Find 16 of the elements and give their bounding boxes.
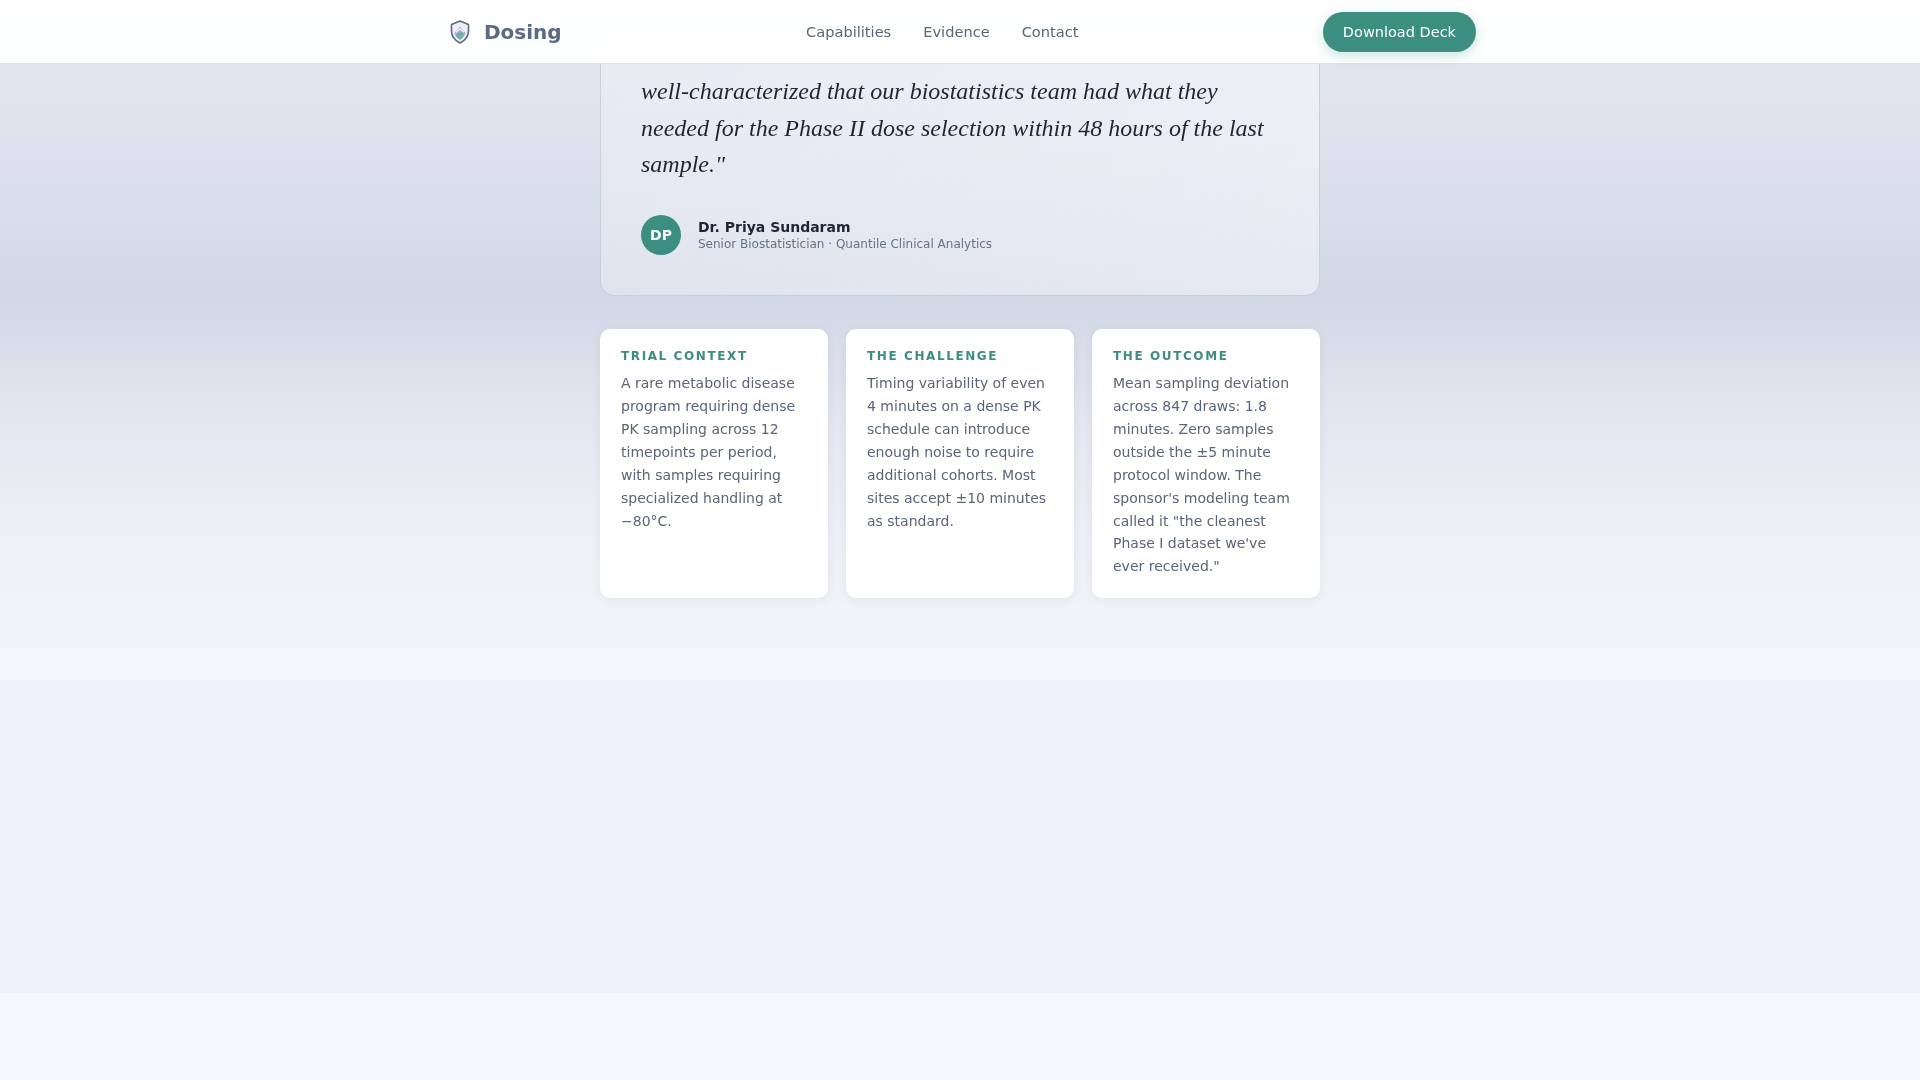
author-name: Dr. Priya Sundaram [698, 217, 852, 236]
card-heading: TRIAL CONTEXT [621, 349, 749, 365]
nav-link[interactable]: Contact [1021, 21, 1079, 42]
brand-link[interactable]: Dosing [444, 19, 562, 44]
card-text: Mean sampling deviation across 847 draws: 1.8 minutes. Zero samples outside the ±5 minute protocol window. The sponsor's modeling team called it "the cleanest Phase I dataset we've ever received." [1113, 374, 1291, 577]
card-heading: THE CHALLENGE [867, 349, 1000, 365]
card-text: A rare metabolic disease program requiring dense PK sampling across 12 timepoints per period, with samples requiring specialized handling at −80°C. [621, 374, 797, 531]
author-role: Senior Biostatistician · Quantile Clinical Analytics [698, 235, 993, 253]
shield-icon [450, 19, 470, 44]
nav-link[interactable]: Capabilities [806, 21, 892, 42]
download-deck-button[interactable]: Download Deck [1322, 11, 1476, 52]
quote-text: well-characterized that our biostatistics team had what they needed for the Phase II dose selection within 48 hours of the last sample." [640, 77, 1265, 180]
card-heading: THE OUTCOME [1113, 349, 1230, 365]
card-text: Timing variability of even 4 minutes on a dense PK schedule can introduce enough noise to require additional cohorts. Most sites accept ±10 minutes as standard. [867, 374, 1048, 531]
avatar: DP [641, 215, 681, 256]
nav-link[interactable]: Evidence [923, 21, 990, 42]
